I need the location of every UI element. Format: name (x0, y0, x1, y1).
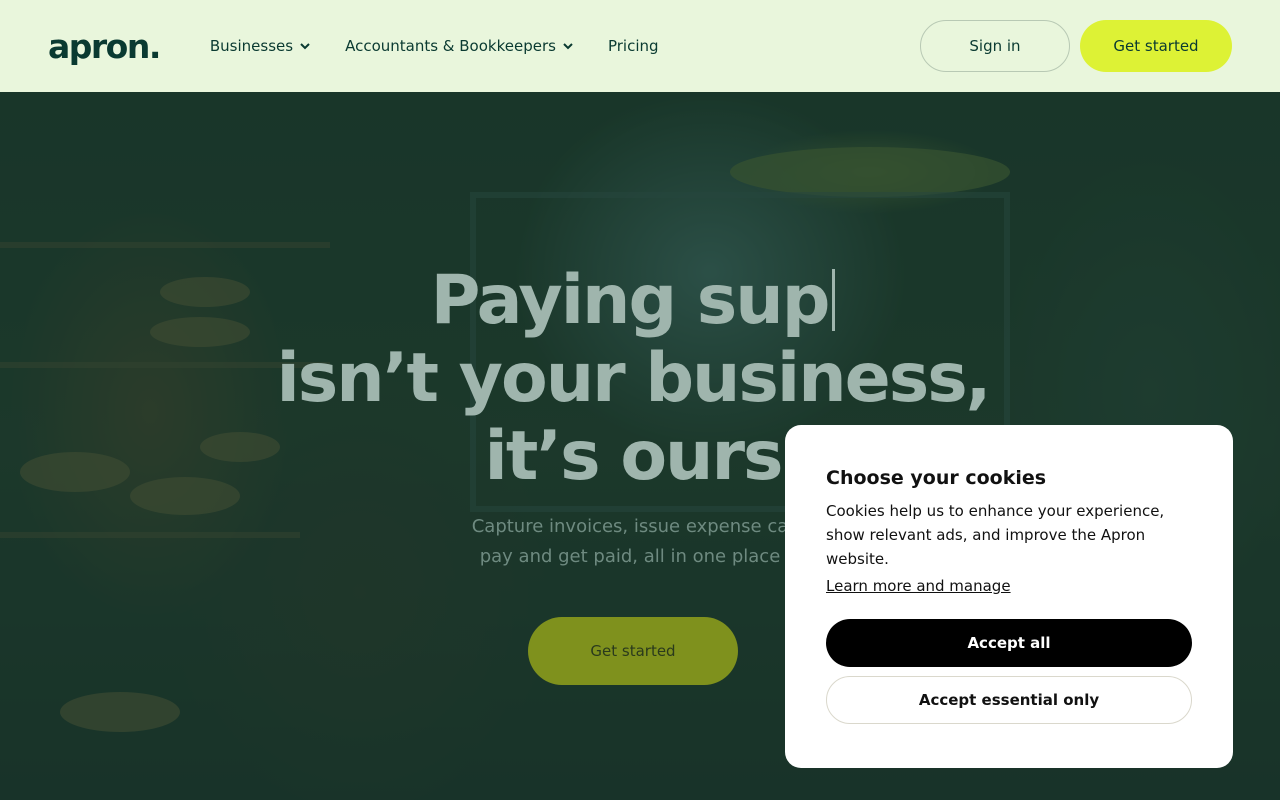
accept-all-button[interactable]: Accept all (826, 619, 1192, 667)
apron-logo[interactable]: apron. (48, 27, 161, 66)
hero-subline: Capture invoices, issue expense ca pay a… (440, 512, 820, 572)
nav-item-pricing[interactable]: Pricing (608, 37, 659, 55)
cookie-consent-modal: Choose your cookies Cookies help us to e… (785, 425, 1233, 768)
learn-more-manage-link[interactable]: Learn more and manage (826, 577, 1011, 595)
hero-headline-line: isn’t your business, (276, 339, 991, 418)
nav-item-label: Pricing (607, 37, 659, 55)
accept-essential-only-button[interactable]: Accept essential only (826, 676, 1192, 724)
chevron-down-icon (300, 43, 310, 50)
hero-headline-line: it’s ours (484, 417, 784, 496)
nav-item-accountants[interactable]: Accountants & Bookkeepers (345, 37, 574, 55)
cookie-modal-title: Choose your cookies (826, 467, 1047, 489)
hero-get-started-button[interactable]: Get started (528, 617, 738, 685)
hero-headline-line: Paying sup (430, 261, 831, 340)
header-actions: Sign in Get started (920, 20, 1232, 72)
nav-item-businesses[interactable]: Businesses (210, 37, 311, 55)
cookie-modal-body: Cookies help us to enhance your experien… (826, 502, 1165, 568)
nav-item-label: Accountants & Bookkeepers (345, 37, 556, 55)
chevron-down-icon (563, 43, 573, 50)
main-nav: Businesses Accountants & Bookkeepers Pri… (210, 37, 659, 55)
nav-item-label: Businesses (209, 37, 294, 55)
sign-in-button[interactable]: Sign in (920, 20, 1070, 72)
hero-subline-line: Capture invoices, issue expense ca (471, 516, 789, 537)
site-header: apron. Businesses Accountants & Bookkeep… (0, 0, 1280, 92)
typing-cursor (832, 269, 836, 331)
header-get-started-button[interactable]: Get started (1080, 20, 1232, 72)
hero-subline-line: pay and get paid, all in one place (479, 546, 781, 567)
